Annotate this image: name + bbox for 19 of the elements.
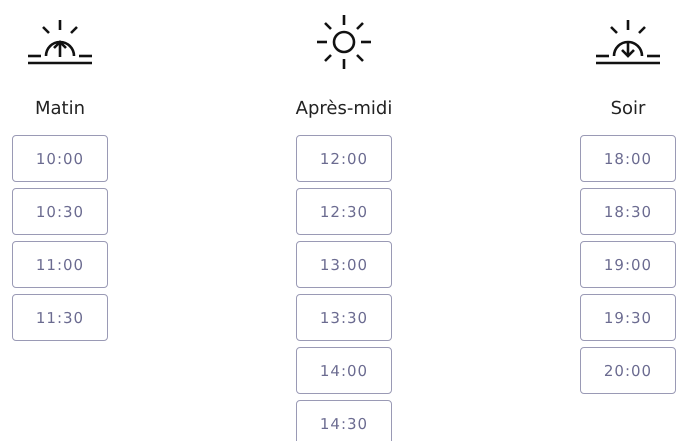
time-slot-button[interactable]: 13:00	[296, 241, 392, 288]
time-slot-button[interactable]: 19:00	[580, 241, 676, 288]
period-label: Soir	[610, 98, 646, 121]
time-slot-button[interactable]: 13:30	[296, 294, 392, 341]
time-slot-button[interactable]: 11:30	[12, 294, 108, 341]
period-label: Matin	[34, 98, 86, 121]
time-slot-button[interactable]: 12:30	[296, 188, 392, 235]
sun-icon	[314, 12, 374, 72]
time-slot-button[interactable]: 10:00	[12, 135, 108, 182]
period-label: Après-midi	[296, 98, 392, 121]
time-slot-button[interactable]: 18:00	[580, 135, 676, 182]
time-slot-button[interactable]: 19:30	[580, 294, 676, 341]
time-slot-button[interactable]: 18:30	[580, 188, 676, 235]
time-slot-button[interactable]: 14:30	[296, 400, 392, 441]
time-slot-button[interactable]: 20:00	[580, 347, 676, 394]
time-slot-button[interactable]: 14:00	[296, 347, 392, 394]
time-slot-button[interactable]: 11:00	[12, 241, 108, 288]
time-slot-button[interactable]: 10:30	[12, 188, 108, 235]
time-slot-button[interactable]: 12:00	[296, 135, 392, 182]
